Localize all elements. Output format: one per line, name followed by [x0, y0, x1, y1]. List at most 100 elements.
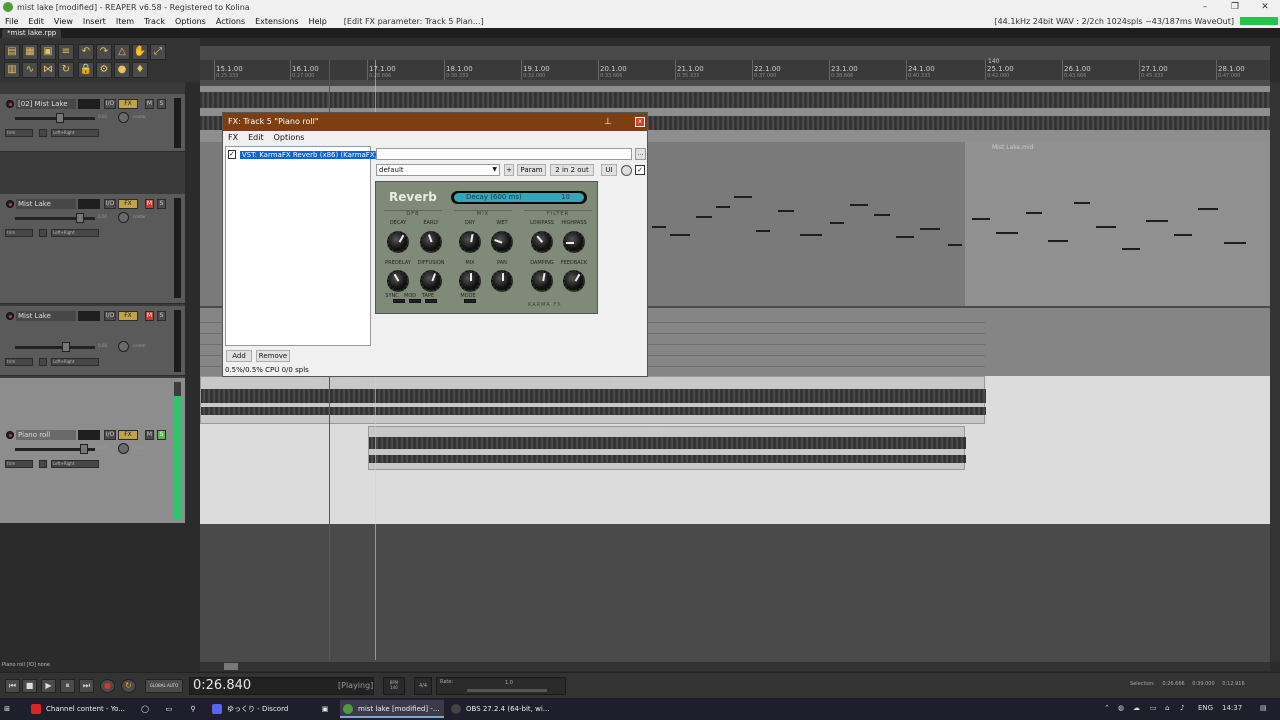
menu-insert[interactable]: Insert — [78, 17, 111, 26]
midi-note[interactable] — [778, 210, 794, 212]
midi-note[interactable] — [1146, 220, 1168, 222]
volume-slider-handle[interactable] — [56, 113, 64, 123]
dry-knob[interactable] — [459, 231, 481, 253]
new-project-icon[interactable]: ▤ — [4, 44, 20, 60]
pan-knob[interactable] — [118, 212, 129, 223]
menu-item[interactable]: Item — [111, 17, 139, 26]
fx-name[interactable]: VST: KarmaFX Reverb (x86) (KarmaFX) — [239, 150, 380, 159]
midi-note[interactable] — [874, 214, 890, 216]
solo-button[interactable]: S — [157, 430, 166, 440]
wet-knob[interactable] — [491, 231, 513, 253]
mod-switch[interactable] — [409, 299, 421, 303]
time-signature[interactable]: 4/4 — [414, 677, 432, 695]
midi-note[interactable] — [1026, 212, 1042, 214]
ripple-edit-icon[interactable]: ⤢ — [150, 44, 166, 60]
preset-menu-button[interactable]: + — [504, 164, 514, 176]
taskbar-item-browser[interactable]: Channel content - Yo... — [28, 700, 130, 718]
io-button[interactable]: I/O — [104, 430, 116, 440]
midi-note[interactable] — [1224, 242, 1246, 244]
menu-file[interactable]: File — [0, 17, 23, 26]
midi-note[interactable] — [670, 234, 690, 236]
diffusion-knob[interactable] — [420, 270, 442, 292]
solo-button[interactable]: S — [157, 199, 166, 209]
fx-chain-window[interactable]: FX: Track 5 "Piano roll" ⊥ x FX Edit Opt… — [222, 112, 648, 377]
pan-knob[interactable] — [491, 270, 513, 292]
lowpass-knob[interactable] — [531, 231, 553, 253]
io-button[interactable]: I/O — [104, 311, 116, 321]
envelope-icon[interactable]: ∿ — [22, 62, 38, 78]
tape-switch[interactable] — [425, 299, 437, 303]
windows-start-icon[interactable]: ⊞ — [2, 700, 12, 718]
menu-edit[interactable]: Edit — [23, 17, 49, 26]
menu-extensions[interactable]: Extensions — [250, 17, 303, 26]
grouping-icon[interactable]: ⚙ — [96, 62, 112, 78]
fx-button[interactable]: FX — [118, 99, 138, 109]
solo-button[interactable]: S — [157, 311, 166, 321]
fx-enable-checkbox[interactable]: ✓ — [228, 150, 236, 159]
midi-note[interactable] — [1096, 226, 1116, 228]
predelay-knob[interactable] — [387, 270, 409, 292]
undo-icon[interactable]: ↶ — [78, 44, 94, 60]
horizontal-scrollbar[interactable] — [200, 662, 1270, 671]
tray-chevron-icon[interactable]: ⌃ — [1104, 704, 1110, 712]
record-icon[interactable]: ● — [100, 679, 115, 693]
fx-menu-fx[interactable]: FX — [223, 133, 243, 142]
input-routing[interactable]: Left+Right — [51, 460, 99, 468]
add-fx-button[interactable]: Add — [226, 350, 252, 362]
record-arm-button[interactable] — [6, 312, 14, 320]
go-to-end-icon[interactable]: ⏭ — [79, 679, 94, 693]
midi-note[interactable] — [696, 216, 712, 218]
pan-knob[interactable] — [118, 341, 129, 352]
wet-dry-knob[interactable] — [621, 165, 632, 176]
midi-note[interactable] — [652, 226, 666, 228]
fx-button[interactable]: FX — [118, 199, 138, 209]
midi-note[interactable] — [1074, 202, 1090, 204]
repeat-icon[interactable]: ↻ — [121, 679, 136, 693]
automation-mode[interactable]: trim — [5, 358, 33, 366]
phase-icon[interactable] — [39, 129, 47, 137]
mix-knob[interactable] — [459, 270, 481, 292]
record-arm-button[interactable] — [6, 200, 14, 208]
performance-meter[interactable] — [1240, 17, 1278, 25]
track-piano-roll[interactable]: Piano roll I/O FX M S 0.00 center trim L… — [0, 378, 185, 524]
midi-note[interactable] — [800, 234, 822, 236]
midi-note[interactable] — [756, 230, 770, 232]
automation-mode[interactable]: trim — [5, 460, 33, 468]
selection-display[interactable]: Selection: 0:26.666 0:39.000 0:12.916 — [1130, 681, 1245, 687]
opera-icon[interactable]: ◯ — [138, 700, 152, 718]
pan-knob[interactable] — [118, 112, 129, 123]
loop-icon[interactable]: ↻ — [58, 62, 74, 78]
battery-icon[interactable]: ▭ — [1150, 704, 1157, 712]
tray-app-icon[interactable]: ◍ — [1118, 704, 1124, 712]
audio-item-waveform[interactable] — [369, 455, 966, 463]
fx-menu-edit[interactable]: Edit — [243, 133, 269, 142]
volume-slider-handle[interactable] — [76, 213, 84, 223]
menu-view[interactable]: View — [49, 17, 78, 26]
midi-note[interactable] — [896, 236, 914, 238]
taskbar-item-obs[interactable]: OBS 27.2.4 (64-bit, wi... — [448, 700, 552, 718]
crossfade-icon[interactable]: ⋈ — [40, 62, 56, 78]
menu-help[interactable]: Help — [304, 17, 332, 26]
mute-button[interactable]: M — [145, 99, 154, 109]
timeline-ruler[interactable]: 15.1.00 0:25.333 16.1.00 0:27.000 17.1.0… — [200, 58, 1270, 80]
mute-button[interactable]: M — [145, 311, 154, 321]
fx-window-close-button[interactable]: x — [635, 117, 645, 127]
volume-slider[interactable] — [15, 346, 95, 349]
volume-slider-handle[interactable] — [80, 444, 88, 454]
track-name[interactable]: Mist Lake — [16, 199, 76, 209]
preset-dropdown[interactable]: default ▼ — [376, 164, 500, 176]
volume-icon[interactable]: ♪ — [1180, 704, 1184, 712]
playrate-control[interactable]: Rate: 1.0 — [436, 677, 566, 695]
midi-note[interactable] — [1198, 208, 1218, 210]
network-icon[interactable]: ⌂ — [1165, 704, 1169, 712]
fx-window-titlebar[interactable]: FX: Track 5 "Piano roll" ⊥ x — [223, 113, 647, 131]
audio-item-waveform[interactable] — [201, 407, 986, 415]
search-app-icon[interactable]: ⚲ — [186, 700, 200, 718]
volume-slider[interactable] — [15, 117, 95, 120]
tempo-marker[interactable]: 140 — [988, 58, 999, 65]
fx-parameter-field[interactable] — [376, 148, 632, 160]
close-button[interactable]: ✕ — [1250, 2, 1280, 12]
metronome-icon[interactable]: △ — [114, 44, 130, 60]
stop-icon[interactable]: ■ — [22, 679, 37, 693]
media-app-icon[interactable]: ▣ — [318, 700, 332, 718]
